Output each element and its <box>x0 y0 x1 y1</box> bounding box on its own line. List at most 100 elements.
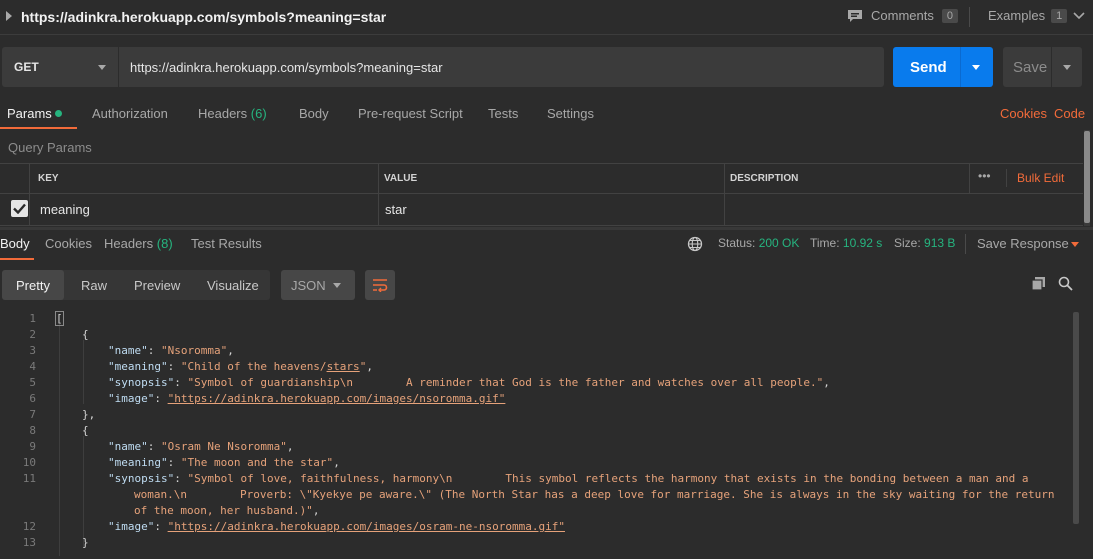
line-number: 5 <box>29 376 36 389</box>
tab-settings[interactable]: Settings <box>547 106 594 121</box>
json-url-link[interactable]: "https://adinkra.herokuapp.com/images/ns… <box>168 392 506 405</box>
format-select[interactable]: JSON <box>281 270 355 300</box>
cookies-link[interactable]: Cookies <box>1000 106 1047 121</box>
examples-dropdown[interactable]: Examples 1 <box>988 8 1085 23</box>
tab-response-cookies[interactable]: Cookies <box>45 236 92 251</box>
tab-test-results[interactable]: Test Results <box>191 236 262 251</box>
request-title[interactable]: https://adinkra.herokuapp.com/symbols?me… <box>21 9 386 25</box>
code-line: "synopsis": "Symbol of love, faithfulnes… <box>108 472 1029 485</box>
examples-label: Examples <box>988 8 1046 23</box>
view-mode-raw[interactable]: Raw <box>81 278 107 293</box>
divider <box>1051 47 1052 87</box>
line-number: 9 <box>29 440 36 453</box>
search-icon[interactable] <box>1058 276 1073 291</box>
divider <box>969 7 970 27</box>
response-body-editor[interactable]: 1 2 3 4 5 6 7 8 9 10 11 12 13 [ { "name"… <box>0 310 1068 559</box>
json-key: "synopsis" <box>108 376 175 389</box>
code-link[interactable]: Code <box>1054 106 1085 121</box>
param-value-cell[interactable]: star <box>385 202 407 217</box>
line-number: 10 <box>22 456 36 469</box>
divider <box>960 47 961 87</box>
chevron-down-icon <box>1073 11 1085 19</box>
code-line: "synopsis": "Symbol of guardianship\n A … <box>108 376 830 389</box>
globe-icon[interactable] <box>687 236 703 252</box>
column-header-description: DESCRIPTION <box>730 173 799 184</box>
code-line: [ <box>55 311 64 326</box>
time-value: 10.92 s <box>842 236 883 250</box>
send-button[interactable]: Send <box>893 47 993 87</box>
more-options-icon[interactable]: ••• <box>978 169 991 183</box>
json-key: "name" <box>108 440 148 453</box>
save-response-button[interactable]: Save Response <box>977 236 1069 251</box>
json-string: of the moon, her husband.)" <box>134 504 313 517</box>
code-line: "meaning": "Child of the heavens/stars", <box>108 360 373 373</box>
wrap-lines-button[interactable] <box>365 270 395 300</box>
tab-params[interactable]: Params <box>7 106 52 121</box>
pane-resize-handle[interactable] <box>0 227 1093 230</box>
caret-down-icon <box>98 65 106 70</box>
line-number: 4 <box>29 360 36 373</box>
param-key-cell[interactable]: meaning <box>40 202 90 217</box>
tab-authorization[interactable]: Authorization <box>92 106 168 121</box>
json-string: "Osram Ne Nsoromma" <box>161 440 287 453</box>
active-tab-indicator <box>0 258 34 260</box>
divider <box>0 225 1083 226</box>
json-key: "image" <box>108 520 155 533</box>
save-options-caret-icon[interactable] <box>1063 65 1071 70</box>
save-response-caret-icon[interactable] <box>1071 242 1079 247</box>
comment-icon <box>848 9 862 22</box>
size-indicator: Size: 913 B <box>894 236 955 250</box>
json-key: "image" <box>108 392 155 405</box>
tab-tests[interactable]: Tests <box>488 106 518 121</box>
request-scrollbar-thumb[interactable] <box>1084 131 1090 223</box>
collapse-caret-icon[interactable] <box>6 11 12 21</box>
json-string: "Symbol of guardianship\n A reminder tha… <box>187 376 824 389</box>
view-mode-visualize[interactable]: Visualize <box>207 278 259 293</box>
view-mode-preview[interactable]: Preview <box>134 278 180 293</box>
divider <box>969 163 970 193</box>
time-indicator: Time: 10.92 s <box>810 236 882 250</box>
code-line: }, <box>82 408 96 421</box>
json-string: "The moon and the star" <box>180 456 334 469</box>
column-header-key: KEY <box>38 173 59 184</box>
json-key: "meaning" <box>108 360 168 373</box>
tab-response-headers-label: Headers <box>104 236 154 251</box>
method-select[interactable]: GET <box>2 47 118 87</box>
comments-label: Comments <box>871 8 934 23</box>
response-headers-count: (8) <box>156 236 173 251</box>
json-string: " <box>359 360 367 373</box>
divider <box>1006 169 1007 187</box>
tab-response-headers[interactable]: Headers (8) <box>104 236 173 251</box>
code-line-wrapped: woman.\n Proverb: \"Kyekye pe aware.\" (… <box>134 488 1055 501</box>
bulk-edit-link[interactable]: Bulk Edit <box>1017 171 1064 185</box>
line-number: 2 <box>29 328 36 341</box>
json-key: "name" <box>108 344 148 357</box>
divider <box>0 193 1083 194</box>
tab-headers-label: Headers <box>198 106 248 121</box>
json-string: "Nsoromma" <box>161 344 228 357</box>
url-input[interactable]: https://adinkra.herokuapp.com/symbols?me… <box>118 47 884 87</box>
code-line: } <box>82 536 89 549</box>
code-line: "image": "https://adinkra.herokuapp.com/… <box>108 520 565 533</box>
response-scrollbar-thumb[interactable] <box>1073 312 1079 524</box>
param-enabled-checkbox[interactable] <box>11 200 28 217</box>
tab-response-body[interactable]: Body <box>0 236 30 251</box>
examples-count-badge: 1 <box>1051 8 1068 23</box>
tab-headers[interactable]: Headers (6) <box>198 106 267 121</box>
json-string-highlight: stars <box>326 360 360 373</box>
title-bar: https://adinkra.herokuapp.com/symbols?me… <box>0 0 1093 35</box>
divider <box>378 163 379 225</box>
divider <box>724 163 725 225</box>
save-button[interactable]: Save <box>1003 47 1082 87</box>
json-url-link[interactable]: "https://adinkra.herokuapp.com/images/os… <box>168 520 565 533</box>
comments-button[interactable]: Comments 0 <box>847 8 958 23</box>
send-options-caret-icon[interactable] <box>972 65 980 70</box>
code-line: "name": "Osram Ne Nsoromma", <box>108 440 294 453</box>
wrap-lines-icon <box>373 279 388 292</box>
tab-body[interactable]: Body <box>299 106 329 121</box>
query-params-table: KEY VALUE DESCRIPTION ••• Bulk Edit mean… <box>0 163 1083 227</box>
tab-prerequest-script[interactable]: Pre-request Script <box>358 106 463 121</box>
column-header-value: VALUE <box>384 173 418 184</box>
copy-icon[interactable] <box>1031 276 1046 291</box>
line-number: 3 <box>29 344 36 357</box>
